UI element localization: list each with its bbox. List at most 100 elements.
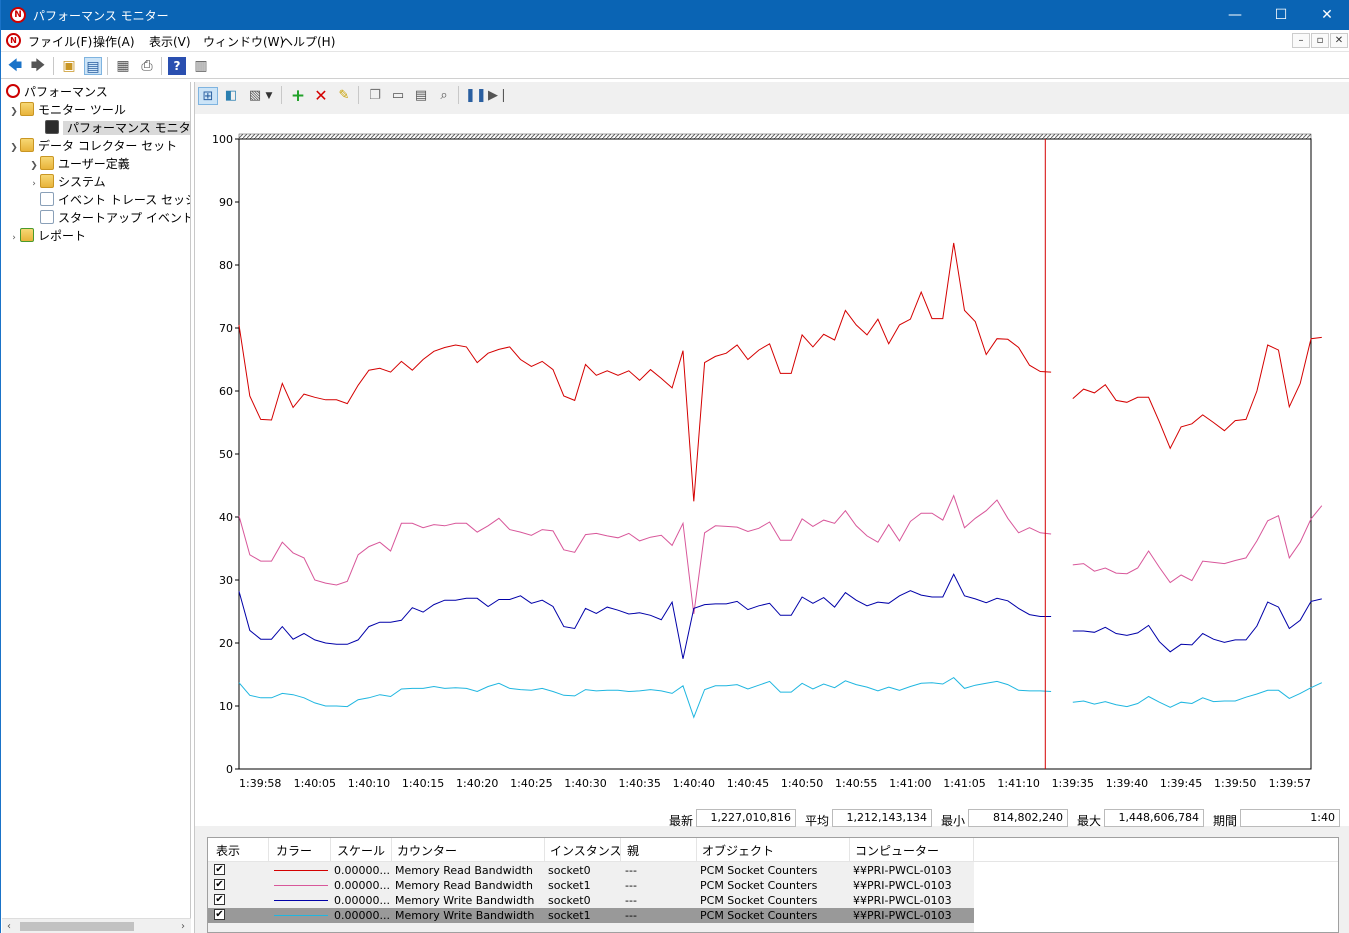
cell-parent: --- bbox=[625, 864, 637, 877]
counter-row[interactable]: ✔ 0.00000... Memory Read Bandwidth socket1 -… bbox=[208, 878, 974, 893]
back-icon[interactable]: 🡄 bbox=[6, 57, 24, 75]
y-tick-label: 60 bbox=[219, 385, 233, 398]
header-instance[interactable]: インスタンス bbox=[550, 842, 622, 859]
chevron-down-icon[interactable]: ❯ bbox=[8, 139, 20, 157]
cell-computer: ¥¥PRI-PWCL-0103 bbox=[853, 894, 952, 907]
tree-item-event-trace-sessions[interactable]: イベント トレース セッション bbox=[40, 191, 190, 209]
up-folder-icon[interactable]: ▣ bbox=[60, 57, 78, 75]
cell-parent: --- bbox=[625, 894, 637, 907]
delete-counter-icon[interactable]: ✕ bbox=[311, 87, 331, 105]
minimize-button[interactable]: — bbox=[1212, 0, 1258, 30]
maximize-button[interactable]: ☐ bbox=[1258, 0, 1304, 30]
tree-item-data-collector-sets[interactable]: ❯ データ コレクター セット bbox=[8, 137, 177, 155]
freeze-display-icon[interactable]: ❚❚ bbox=[465, 87, 487, 105]
copy-properties-icon[interactable]: ❐ bbox=[365, 87, 385, 105]
x-tick-label: 1:39:45 bbox=[1160, 777, 1202, 790]
x-tick-label: 1:40:55 bbox=[835, 777, 877, 790]
cell-instance: socket1 bbox=[548, 909, 591, 922]
header-color[interactable]: カラー bbox=[276, 842, 312, 859]
tree-item-system[interactable]: › システム bbox=[28, 173, 106, 191]
header-parent[interactable]: 親 bbox=[627, 842, 639, 859]
performance-monitor-pane: ⊞ ◧ ▧ ▼ + ✕ ✎ ❐ ▭ ▤ ⌕ ❚❚ ▶❘ 0 10 20 30 40 50 6… bbox=[194, 82, 1349, 933]
y-tick-label: 30 bbox=[219, 574, 233, 587]
column-divider[interactable] bbox=[620, 838, 621, 862]
tree-item-performance[interactable]: パフォーマンス bbox=[6, 83, 108, 101]
performance-icon bbox=[6, 84, 20, 98]
help-icon[interactable]: ? bbox=[168, 57, 186, 75]
x-tick-label: 1:40:15 bbox=[402, 777, 444, 790]
counter-row[interactable]: ✔ 0.00000... Memory Read Bandwidth socket0 -… bbox=[208, 863, 974, 878]
export-list-icon[interactable]: ▦ bbox=[114, 57, 132, 75]
forward-icon[interactable]: 🡆 bbox=[29, 57, 47, 75]
column-divider[interactable] bbox=[973, 838, 974, 862]
column-divider[interactable] bbox=[330, 838, 331, 862]
scroll-right-icon[interactable]: › bbox=[176, 919, 190, 933]
child-minimize-button[interactable]: – bbox=[1292, 33, 1310, 48]
column-divider[interactable] bbox=[544, 838, 545, 862]
counter-list-header: 表示 カラー スケール カウンター インスタンス 親 オブジェクト コンピュータ… bbox=[208, 838, 1338, 862]
show-hide-tree-icon[interactable]: ▤ bbox=[84, 57, 102, 75]
paste-counter-list-icon[interactable]: ▭ bbox=[388, 87, 408, 105]
child-restore-button[interactable]: ▫ bbox=[1311, 33, 1329, 48]
cell-scale: 0.00000... bbox=[334, 909, 390, 922]
menu-action[interactable]: 操作(A) bbox=[93, 33, 135, 50]
header-scale[interactable]: スケール bbox=[337, 842, 385, 859]
graph-type-dropdown-icon[interactable]: ▼ bbox=[263, 87, 275, 105]
print-icon[interactable]: ⎙ bbox=[138, 57, 156, 75]
counter-row[interactable]: ✔ 0.00000... Memory Write Bandwidth socket0… bbox=[208, 893, 974, 908]
column-divider[interactable] bbox=[268, 838, 269, 862]
chevron-right-icon[interactable]: › bbox=[28, 175, 40, 193]
y-tick-label: 0 bbox=[226, 763, 233, 776]
menu-view[interactable]: 表示(V) bbox=[149, 33, 191, 50]
toolbar-separator bbox=[107, 57, 108, 75]
line-chart[interactable]: 0 10 20 30 40 50 60 70 80 90 100 1:39:58 1:40:05 1:40… bbox=[195, 114, 1349, 826]
tree-item-performance-monitor[interactable]: パフォーマンス モニター bbox=[45, 119, 190, 137]
child-close-button[interactable]: ✕ bbox=[1330, 33, 1348, 48]
scrollbar-thumb[interactable] bbox=[20, 922, 134, 931]
plot-area bbox=[238, 138, 1312, 770]
show-checkbox[interactable]: ✔ bbox=[214, 879, 225, 890]
column-divider[interactable] bbox=[391, 838, 392, 862]
header-counter[interactable]: カウンター bbox=[397, 842, 457, 859]
tree-item-monitoring-tools[interactable]: ❯ モニター ツール bbox=[8, 101, 126, 119]
show-checkbox[interactable]: ✔ bbox=[214, 894, 225, 905]
chevron-right-icon[interactable]: › bbox=[8, 229, 20, 247]
value-bar: 最新 1,227,010,816 平均 1,212,143,134 最小 814… bbox=[195, 808, 1349, 830]
tree-item-user-defined[interactable]: ❯ ユーザー定義 bbox=[28, 155, 130, 173]
document-icon bbox=[40, 192, 54, 206]
change-graph-type-icon[interactable]: ▧ bbox=[245, 87, 265, 105]
monitor-chart-icon bbox=[45, 120, 59, 134]
cell-instance: socket0 bbox=[548, 894, 591, 907]
system-menu-icon[interactable]: N bbox=[6, 33, 21, 48]
scroll-left-icon[interactable]: ‹ bbox=[2, 919, 16, 933]
zoom-icon[interactable]: ⌕ bbox=[434, 87, 454, 105]
add-counter-icon[interactable]: + bbox=[288, 87, 308, 105]
menu-help[interactable]: ヘルプ(H) bbox=[281, 33, 335, 50]
header-show[interactable]: 表示 bbox=[216, 842, 240, 859]
x-tick-label: 1:40:05 bbox=[294, 777, 336, 790]
chevron-down-icon[interactable]: ❯ bbox=[8, 103, 20, 121]
tree-item-startup-event-trace[interactable]: スタートアップ イベント トレース セッション bbox=[40, 209, 190, 227]
cell-computer: ¥¥PRI-PWCL-0103 bbox=[853, 879, 952, 892]
minimum-value: 814,802,240 bbox=[968, 809, 1068, 827]
show-checkbox[interactable]: ✔ bbox=[214, 909, 225, 920]
properties-icon[interactable]: ▥ bbox=[192, 57, 210, 75]
menu-window[interactable]: ウィンドウ(W) bbox=[203, 33, 284, 50]
title-bar[interactable]: N パフォーマンス モニター — ☐ ✕ bbox=[1, 0, 1349, 30]
header-computer[interactable]: コンピューター bbox=[855, 842, 939, 859]
properties-icon[interactable]: ▤ bbox=[411, 87, 431, 105]
minimum-label: 最小 bbox=[941, 814, 966, 828]
close-button[interactable]: ✕ bbox=[1304, 0, 1349, 30]
counter-row[interactable]: ✔ 0.00000... Memory Write Bandwidth socket1… bbox=[208, 908, 974, 923]
tree-item-reports[interactable]: › レポート bbox=[8, 227, 86, 245]
column-divider[interactable] bbox=[696, 838, 697, 862]
view-current-activity-icon[interactable]: ⊞ bbox=[198, 87, 218, 105]
menu-file[interactable]: ファイル(F) bbox=[28, 33, 92, 50]
show-checkbox[interactable]: ✔ bbox=[214, 864, 225, 875]
update-data-icon[interactable]: ▶❘ bbox=[488, 87, 509, 105]
tree-horizontal-scrollbar[interactable]: ‹ › bbox=[2, 918, 191, 933]
highlight-icon[interactable]: ✎ bbox=[334, 87, 354, 105]
column-divider[interactable] bbox=[849, 838, 850, 862]
header-object[interactable]: オブジェクト bbox=[702, 842, 774, 859]
view-log-data-icon[interactable]: ◧ bbox=[221, 87, 241, 105]
